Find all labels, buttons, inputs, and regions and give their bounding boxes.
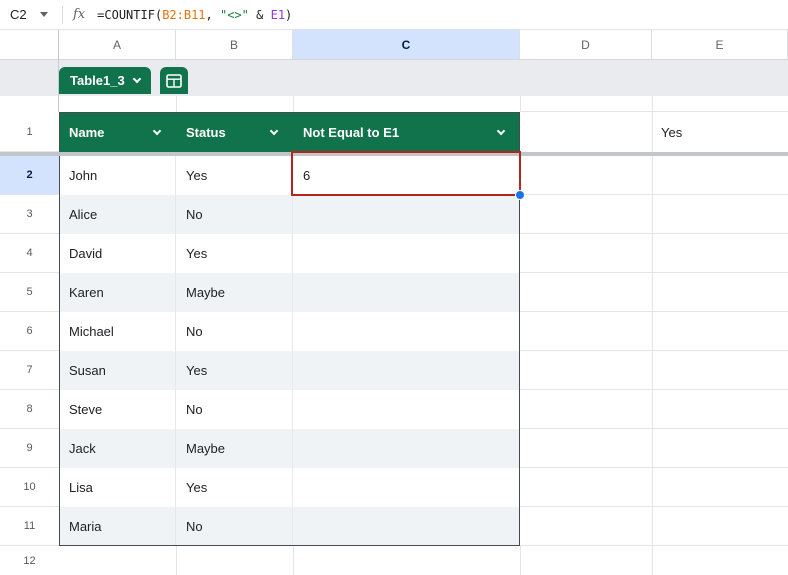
cell-b10[interactable]: Yes: [176, 468, 293, 507]
formula-token-criteria: "<>": [220, 8, 249, 22]
name-box-dropdown-icon[interactable]: [40, 12, 48, 17]
row-header-1[interactable]: 1: [0, 112, 59, 152]
cell-a10[interactable]: Lisa: [59, 468, 176, 507]
column-header-c[interactable]: C: [293, 30, 520, 59]
table-row: Steve No: [59, 390, 520, 429]
row-header-8[interactable]: 8: [0, 390, 59, 429]
cell-c3[interactable]: [293, 195, 520, 234]
cell-c10[interactable]: [293, 468, 520, 507]
row-header-2[interactable]: 2: [0, 156, 59, 195]
column-header-a[interactable]: A: [59, 30, 176, 59]
cell-c2-active[interactable]: 6: [293, 156, 520, 195]
row-header-12[interactable]: 12: [0, 546, 59, 575]
formula-bar: C2 fx =COUNTIF(B2:B11, "<>" & E1): [0, 0, 788, 30]
cell-b6[interactable]: No: [176, 312, 293, 351]
filter-dropdown-icon[interactable]: [270, 126, 278, 134]
table-row: John Yes 6: [59, 156, 520, 195]
row-header-9[interactable]: 9: [0, 429, 59, 468]
cell-a5[interactable]: Karen: [59, 273, 176, 312]
row-header-11[interactable]: 11: [0, 507, 59, 546]
cell-b5[interactable]: Maybe: [176, 273, 293, 312]
formula-input[interactable]: =COUNTIF(B2:B11, "<>" & E1): [97, 8, 292, 22]
cell-a4[interactable]: David: [59, 234, 176, 273]
cell-e1[interactable]: Yes: [652, 112, 788, 152]
gridline: [520, 96, 521, 112]
gridline: [176, 546, 177, 575]
cell-c4[interactable]: [293, 234, 520, 273]
table-row: Susan Yes: [59, 351, 520, 390]
spreadsheet-app: C2 fx =COUNTIF(B2:B11, "<>" & E1) A B C …: [0, 0, 788, 575]
cell-a6[interactable]: Michael: [59, 312, 176, 351]
formula-token-comma: ,: [206, 8, 220, 22]
table-row: Jack Maybe: [59, 429, 520, 468]
table-header-not-equal-label: Not Equal to E1: [303, 125, 399, 140]
filter-dropdown-icon[interactable]: [497, 126, 505, 134]
gridlines-right-region: [520, 156, 788, 575]
cell-b9[interactable]: Maybe: [176, 429, 293, 468]
table-header-status[interactable]: Status: [176, 112, 293, 152]
cell-b3[interactable]: No: [176, 195, 293, 234]
table-name-chip[interactable]: Table1_3: [59, 67, 151, 94]
table-header-status-label: Status: [186, 125, 226, 140]
cell-c7[interactable]: [293, 351, 520, 390]
table-row: David Yes: [59, 234, 520, 273]
table-header-not-equal[interactable]: Not Equal to E1: [293, 112, 520, 152]
gridline: [293, 96, 294, 112]
cell-a2[interactable]: John: [59, 156, 176, 195]
gridline: [176, 96, 177, 112]
row-header-3[interactable]: 3: [0, 195, 59, 234]
row-header-5[interactable]: 5: [0, 273, 59, 312]
row-header-4[interactable]: 4: [0, 234, 59, 273]
formula-token-function: =COUNTIF(: [97, 8, 162, 22]
row-header-10[interactable]: 10: [0, 468, 59, 507]
cell-c6[interactable]: [293, 312, 520, 351]
column-header-row: A B C D E: [0, 30, 788, 60]
cell-c11[interactable]: [293, 507, 520, 546]
cell-a11[interactable]: Maria: [59, 507, 176, 546]
table-header-name-label: Name: [69, 125, 104, 140]
column-header-d[interactable]: D: [520, 30, 652, 59]
column-header-e[interactable]: E: [652, 30, 788, 59]
cell-a8[interactable]: Steve: [59, 390, 176, 429]
name-box[interactable]: C2: [0, 7, 30, 22]
fill-handle[interactable]: [515, 190, 525, 200]
cell-b8[interactable]: No: [176, 390, 293, 429]
select-all-corner[interactable]: [0, 30, 59, 59]
table-row: Alice No: [59, 195, 520, 234]
formula-token-close: ): [285, 8, 292, 22]
cell-b2[interactable]: Yes: [176, 156, 293, 195]
cell-b4[interactable]: Yes: [176, 234, 293, 273]
gridline: [293, 546, 294, 575]
fx-icon: fx: [73, 7, 85, 22]
table-body: John Yes 6 Alice No David Yes Karen Mayb…: [59, 156, 520, 546]
cell-c8[interactable]: [293, 390, 520, 429]
table-row: Lisa Yes: [59, 468, 520, 507]
table-icon: [166, 74, 182, 88]
cell-c5[interactable]: [293, 273, 520, 312]
table-name-label: Table1_3: [70, 73, 125, 88]
cell-a3[interactable]: Alice: [59, 195, 176, 234]
row-header-7[interactable]: 7: [0, 351, 59, 390]
cell-b7[interactable]: Yes: [176, 351, 293, 390]
formula-token-ampersand: &: [249, 8, 271, 22]
table-row: Michael No: [59, 312, 520, 351]
table-header-row: Name Status Not Equal to E1: [59, 112, 520, 152]
chevron-down-icon: [132, 75, 140, 83]
formula-bar-divider: [62, 6, 63, 24]
formula-token-reference: E1: [271, 8, 285, 22]
filter-dropdown-icon[interactable]: [153, 126, 161, 134]
table-row: Maria No: [59, 507, 520, 546]
row-header-6[interactable]: 6: [0, 312, 59, 351]
cell-a9[interactable]: Jack: [59, 429, 176, 468]
formula-token-range: B2:B11: [162, 8, 205, 22]
table-menu-button[interactable]: [160, 67, 188, 94]
cell-c9[interactable]: [293, 429, 520, 468]
frozen-row-divider[interactable]: [0, 152, 788, 156]
column-header-b[interactable]: B: [176, 30, 293, 59]
cell-a7[interactable]: Susan: [59, 351, 176, 390]
table-row: Karen Maybe: [59, 273, 520, 312]
gridline: [520, 546, 521, 575]
table-header-name[interactable]: Name: [59, 112, 176, 152]
cell-b11[interactable]: No: [176, 507, 293, 546]
